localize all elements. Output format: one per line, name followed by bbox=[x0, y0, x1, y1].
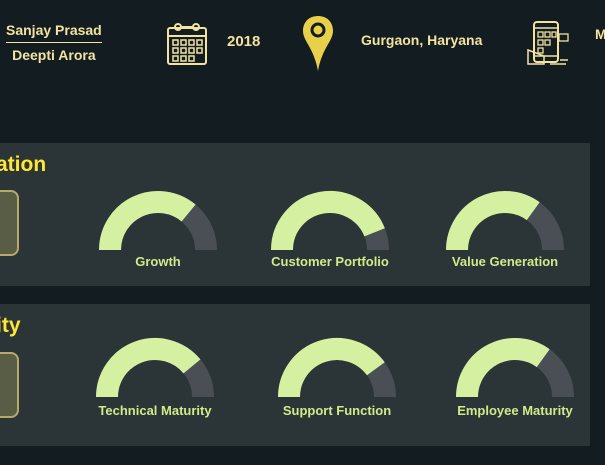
gauge-chart bbox=[456, 338, 574, 398]
gauge-chart bbox=[271, 191, 389, 251]
gauge-support-function bbox=[277, 337, 397, 399]
gauge-growth bbox=[98, 190, 218, 252]
panel-title: ity bbox=[0, 314, 21, 337]
gauge-technical-maturity bbox=[95, 337, 215, 399]
calendar-icon bbox=[167, 23, 207, 65]
gauge-value-generation bbox=[445, 190, 565, 252]
panel-title: ation bbox=[0, 153, 47, 176]
founded-year: 2018 bbox=[227, 33, 261, 50]
location-pin-icon bbox=[303, 16, 333, 71]
gauge-label: Technical Maturity bbox=[98, 403, 212, 418]
gauge-label: Growth bbox=[135, 254, 181, 269]
consultant-name-primary: Sanjay Prasad bbox=[6, 22, 102, 43]
gauge-fill bbox=[456, 338, 550, 398]
gauge-fill bbox=[96, 338, 201, 398]
assessment-panel-2: ity 3 Technical Maturity Support Function… bbox=[0, 304, 590, 446]
gauge-fill bbox=[446, 191, 540, 251]
score-badge: 3 bbox=[0, 352, 19, 418]
gauge-chart bbox=[446, 191, 564, 251]
gauge-employee-maturity bbox=[455, 337, 575, 399]
gauge-label: Employee Maturity bbox=[457, 403, 573, 418]
gauge-chart bbox=[99, 191, 217, 251]
mobile-app-icon bbox=[527, 21, 569, 65]
gauge-fill bbox=[99, 191, 196, 251]
gauge-label: Value Generation bbox=[451, 254, 559, 269]
score-badge: 7 bbox=[0, 190, 19, 256]
gauge-fill bbox=[278, 338, 385, 398]
gauge-chart bbox=[278, 338, 396, 398]
truncated-header-text: M bbox=[595, 26, 605, 42]
header-bar: Sanjay Prasad Deepti Arora 2018 Gurgaon,… bbox=[0, 0, 605, 80]
gauge-label: Customer Portfolio bbox=[271, 254, 389, 269]
consultant-name-secondary: Deepti Arora bbox=[12, 47, 96, 63]
gauge-chart bbox=[96, 338, 214, 398]
location-text: Gurgaon, Haryana bbox=[361, 32, 483, 48]
assessment-panel-1: ation 7 Growth Customer Portfolio Value Ge… bbox=[0, 143, 590, 286]
gauge-fill bbox=[271, 191, 385, 251]
consultant-names: Sanjay Prasad Deepti Arora bbox=[6, 22, 102, 63]
gauge-label: Support Function bbox=[282, 403, 392, 418]
gauge-customer-portfolio bbox=[270, 190, 390, 252]
